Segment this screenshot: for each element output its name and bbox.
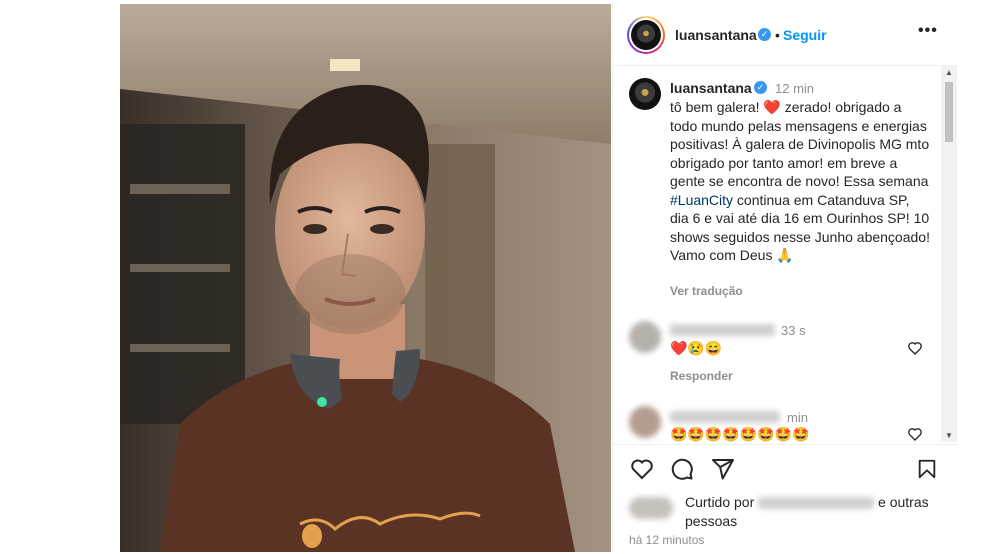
reply-button[interactable]: Responder (670, 369, 733, 383)
comment-icon[interactable] (670, 457, 694, 481)
comment-username-redacted (670, 411, 780, 423)
comments-scroll-area[interactable]: luansantana ✓ 12 min tô bem galera! ❤️ z… (613, 66, 957, 444)
scrollbar-thumb[interactable] (945, 82, 953, 142)
comment-avatar[interactable] (629, 321, 661, 353)
heart-emoji: ❤️ (763, 99, 781, 115)
save-bookmark-icon[interactable] (916, 457, 938, 481)
caption-author-username[interactable]: luansantana (670, 80, 752, 96)
comment-like-heart-icon[interactable] (907, 340, 923, 356)
caption-author-avatar[interactable] (629, 78, 661, 110)
likers-avatars[interactable] (629, 497, 673, 519)
more-options-icon[interactable]: ••• (918, 22, 938, 40)
liked-by-text: Curtido por e outras pessoas (685, 494, 929, 529)
hashtag-link[interactable]: #LuanCity (670, 192, 733, 208)
separator-dot: • (775, 27, 780, 43)
comments-scrollbar[interactable]: ▲ ▼ (941, 66, 957, 442)
comment-time: min (787, 410, 808, 425)
post-details-panel: luansantana ✓ • Seguir ••• luansantana ✓… (612, 4, 957, 552)
comment-text: ❤️😢😄 (670, 340, 723, 356)
follow-button[interactable]: Seguir (783, 27, 827, 43)
author-username[interactable]: luansantana (675, 27, 757, 43)
liker-username-redacted[interactable] (758, 497, 875, 510)
post-timestamp: há 12 minutos (629, 533, 705, 547)
pray-emoji: 🙏 (776, 247, 794, 263)
post-header: luansantana ✓ • Seguir ••• (613, 4, 957, 66)
verified-badge-icon: ✓ (758, 28, 771, 41)
share-icon[interactable] (711, 457, 735, 481)
scroll-down-arrow-icon[interactable]: ▼ (945, 431, 953, 440)
author-avatar[interactable] (627, 16, 665, 54)
see-translation-link[interactable]: Ver tradução (670, 284, 743, 298)
caption-time: 12 min (775, 81, 815, 96)
comment-username-redacted (670, 324, 775, 336)
post-actions-section: Curtido por e outras pessoas há 12 minut… (613, 444, 957, 553)
comment-like-heart-icon[interactable] (907, 426, 923, 442)
comment-avatar[interactable] (629, 406, 661, 438)
comment-time: 33 s (781, 323, 806, 338)
scroll-up-arrow-icon[interactable]: ▲ (945, 68, 953, 77)
like-heart-icon[interactable] (629, 457, 655, 481)
caption-text: tô bem galera! ❤️ zerado! obrigado a tod… (670, 99, 930, 263)
verified-badge-icon: ✓ (754, 81, 767, 94)
post-photo[interactable] (120, 4, 611, 552)
selfie-image (120, 4, 611, 552)
comment-text: 🤩🤩🤩🤩🤩🤩🤩🤩 (670, 426, 810, 442)
